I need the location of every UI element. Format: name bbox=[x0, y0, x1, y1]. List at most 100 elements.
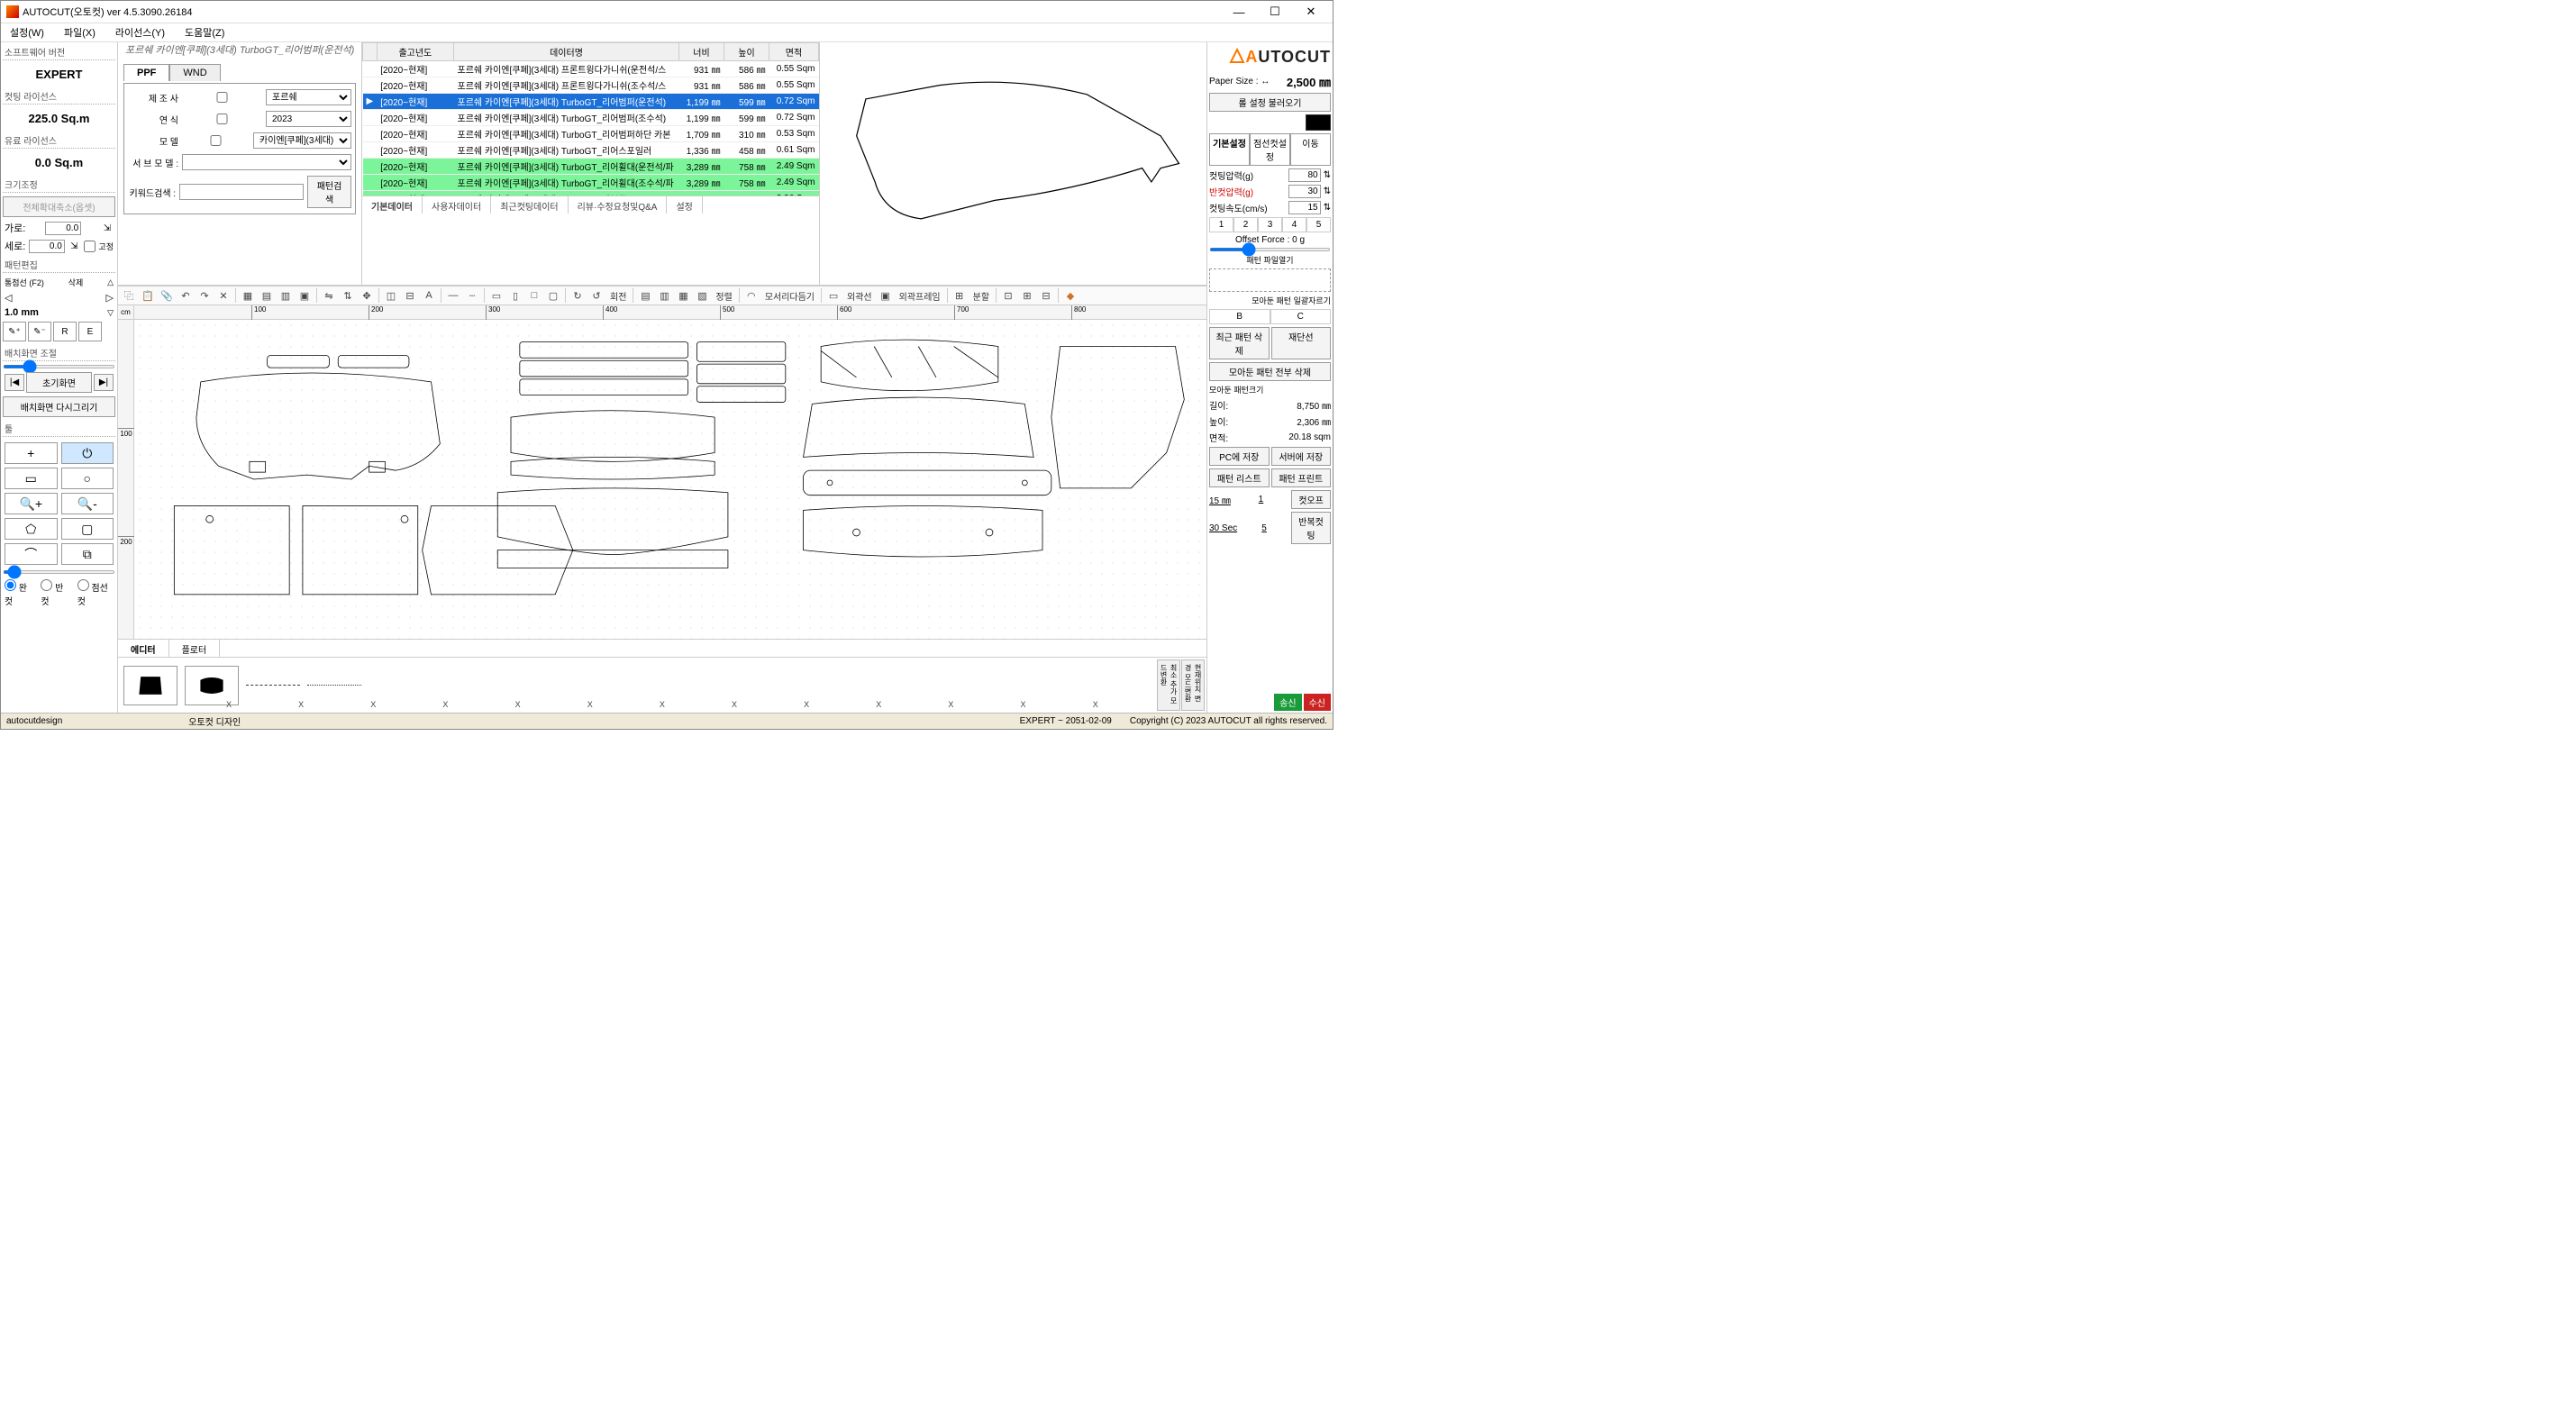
repeat-button[interactable]: 반복컷팅 bbox=[1291, 512, 1331, 544]
tb-grid1-icon[interactable]: ▦ bbox=[239, 287, 257, 304]
radio-full[interactable]: 완 컷 bbox=[5, 579, 35, 607]
width-input[interactable] bbox=[45, 222, 81, 235]
tb-move-icon[interactable]: ✥ bbox=[358, 287, 376, 304]
year-checkbox[interactable] bbox=[182, 114, 262, 124]
right-arrow-icon[interactable]: ▷ bbox=[106, 292, 114, 304]
tool-double-icon[interactable]: ⧉ bbox=[61, 543, 114, 565]
vtab-2[interactable]: 현재위치 변경 모드변환 bbox=[1181, 659, 1205, 711]
tool-e-button[interactable]: E bbox=[78, 322, 102, 341]
tb-flip-v-icon[interactable]: ⇅ bbox=[339, 287, 357, 304]
radio-half[interactable]: 반 컷 bbox=[41, 579, 71, 607]
minimize-button[interactable]: — bbox=[1221, 2, 1257, 22]
tb-dash-icon[interactable]: ┄ bbox=[463, 287, 481, 304]
down-arrow-icon[interactable]: ▽ bbox=[107, 308, 114, 318]
cut-press-input[interactable] bbox=[1288, 168, 1321, 182]
delete-all-button[interactable]: 모아둔 패턴 전부 삭제 bbox=[1209, 362, 1331, 381]
height-input[interactable] bbox=[29, 240, 65, 253]
tb-redo-icon[interactable]: ↷ bbox=[196, 287, 214, 304]
tb-undo-icon[interactable]: ↶ bbox=[177, 287, 195, 304]
tb-clip-icon[interactable]: 📎 bbox=[158, 287, 176, 304]
table-row[interactable]: [2020~현재]포르쉐 카이엔[쿠페](3세대) TurboGT_리어스포일러… bbox=[363, 142, 819, 159]
tb-line-icon[interactable]: — bbox=[444, 287, 462, 304]
tb-al3-icon[interactable]: ▦ bbox=[674, 287, 692, 304]
model-checkbox[interactable] bbox=[182, 135, 250, 146]
tb-box2-icon[interactable]: ▯ bbox=[506, 287, 524, 304]
num-1[interactable]: 1 bbox=[1209, 217, 1233, 232]
pattern-print-button[interactable]: 패턴 프린트 bbox=[1271, 468, 1332, 487]
redraw-button[interactable]: 배치화면 다시그리기 bbox=[3, 396, 115, 417]
tb-paste-icon[interactable]: 📋 bbox=[139, 287, 157, 304]
btab-user[interactable]: 사용자데이터 bbox=[423, 196, 491, 214]
tool-pick-b[interactable]: ✎⁻ bbox=[28, 322, 51, 341]
table-row[interactable]: [2020~현재]포르쉐 카이엔[쿠페](3세대) TurboGT_리어휠대(운… bbox=[363, 159, 819, 175]
tab-wnd[interactable]: WND bbox=[169, 64, 220, 81]
tool-power-icon[interactable]: ⏻ bbox=[61, 442, 114, 464]
col-area[interactable]: 면적 bbox=[769, 43, 819, 61]
cutoff-button[interactable]: 컷오프 bbox=[1291, 490, 1331, 509]
table-row[interactable]: [2020~현재]포르쉐 카이엔[쿠페](3세대) 프론트윙다가니쉬(운전석/스… bbox=[363, 61, 819, 77]
col-b[interactable]: B bbox=[1209, 309, 1270, 324]
sub-select[interactable] bbox=[182, 154, 351, 170]
menu-settings[interactable]: 설정(W) bbox=[6, 23, 48, 41]
recut-button[interactable]: 재단선 bbox=[1271, 327, 1332, 359]
resize-all-button[interactable]: 전체확대축소(옵셋) bbox=[3, 196, 115, 217]
num-3[interactable]: 3 bbox=[1258, 217, 1282, 232]
tb-grid3-icon[interactable]: ▥ bbox=[277, 287, 295, 304]
tool-plus-icon[interactable]: + bbox=[5, 442, 58, 464]
tool-zoomout-icon[interactable]: 🔍- bbox=[61, 493, 114, 514]
tool-zoomin-icon[interactable]: 🔍+ bbox=[5, 493, 58, 514]
tb-al4-icon[interactable]: ▧ bbox=[693, 287, 711, 304]
tool-arc-icon[interactable]: ⌒ bbox=[5, 543, 58, 565]
view-fit-button[interactable]: 초기화면 bbox=[26, 372, 92, 393]
num-5[interactable]: 5 bbox=[1306, 217, 1331, 232]
col-year[interactable]: 출고년도 bbox=[377, 43, 453, 61]
tb-delete-icon[interactable]: ✕ bbox=[214, 287, 232, 304]
left-arrow-icon[interactable]: ◁ bbox=[5, 292, 12, 304]
tb-grid2-icon[interactable]: ▤ bbox=[258, 287, 276, 304]
close-button[interactable]: ✕ bbox=[1293, 2, 1329, 22]
save-pc-button[interactable]: PC에 저장 bbox=[1209, 447, 1270, 466]
tb-outline-icon[interactable]: ▭ bbox=[824, 287, 842, 304]
thumb-2[interactable] bbox=[185, 666, 239, 705]
tool-rect-icon[interactable]: ▭ bbox=[5, 468, 58, 489]
tb-al1-icon[interactable]: ▤ bbox=[636, 287, 654, 304]
load-roll-button[interactable]: 롤 설정 불러오기 bbox=[1209, 93, 1331, 112]
btab-settings[interactable]: 설정 bbox=[667, 196, 702, 214]
table-row[interactable]: [2020~현재]포르쉐 카이엔[쿠페](3세대) 프론트윙다가니쉬(조수석/스… bbox=[363, 77, 819, 94]
num-4[interactable]: 4 bbox=[1282, 217, 1306, 232]
canvas-tab-editor[interactable]: 에디터 bbox=[118, 640, 169, 657]
tool-circle-icon[interactable]: ○ bbox=[61, 468, 114, 489]
btab-review[interactable]: 리뷰·수정요청및Q&A bbox=[569, 196, 668, 214]
tool-slider[interactable] bbox=[3, 570, 115, 574]
tool-r-button[interactable]: R bbox=[53, 322, 77, 341]
editor-canvas[interactable] bbox=[134, 320, 1206, 639]
color-swatch[interactable] bbox=[1306, 114, 1331, 131]
tb-box1-icon[interactable]: ▭ bbox=[487, 287, 505, 304]
half-press-input[interactable] bbox=[1288, 185, 1321, 198]
year-select[interactable]: 2023 bbox=[266, 111, 351, 127]
col-name[interactable]: 데이터명 bbox=[454, 43, 679, 61]
tb-box4-icon[interactable]: ▢ bbox=[544, 287, 562, 304]
tb-outframe-icon[interactable]: ▣ bbox=[877, 287, 895, 304]
dropzone[interactable] bbox=[1209, 268, 1331, 292]
lock-aspect-checkbox[interactable] bbox=[84, 241, 96, 252]
tb-grid4-icon[interactable]: ▣ bbox=[296, 287, 314, 304]
table-row[interactable]: [2020~현재]포르쉐 카이엔[쿠페](3세대) TurboGT_리어범퍼(조… bbox=[363, 110, 819, 126]
thumb-1[interactable] bbox=[123, 666, 177, 705]
col-height[interactable]: 높이 bbox=[724, 43, 769, 61]
num-2[interactable]: 2 bbox=[1233, 217, 1258, 232]
table-row[interactable]: [2020~현재]포르쉐 카이엔[쿠페](3세대) TurboGT_리어범퍼하단… bbox=[363, 126, 819, 142]
table-row[interactable]: [2020~현재]포르쉐 카이엔[쿠페](3세대) TurboGT_리어휠대(조… bbox=[363, 175, 819, 191]
offset-slider[interactable] bbox=[1209, 248, 1331, 251]
cut-speed-spin-icon[interactable]: ⇅ bbox=[1324, 203, 1331, 213]
recent-delete-button[interactable]: 최근 패턴 삭제 bbox=[1209, 327, 1270, 359]
tb-x2-icon[interactable]: ⊞ bbox=[1018, 287, 1036, 304]
half-press-spin-icon[interactable]: ⇅ bbox=[1324, 186, 1331, 196]
col-c[interactable]: C bbox=[1270, 309, 1332, 324]
tool-pick-a[interactable]: ✎⁺ bbox=[3, 322, 26, 341]
maximize-button[interactable]: ☐ bbox=[1257, 2, 1293, 22]
rtab-basic[interactable]: 기본설정 bbox=[1209, 133, 1250, 166]
width-lock-icon[interactable]: ⇲ bbox=[101, 222, 114, 234]
pattern-list-button[interactable]: 패턴 리스트 bbox=[1209, 468, 1270, 487]
menu-file[interactable]: 파일(X) bbox=[60, 23, 99, 41]
